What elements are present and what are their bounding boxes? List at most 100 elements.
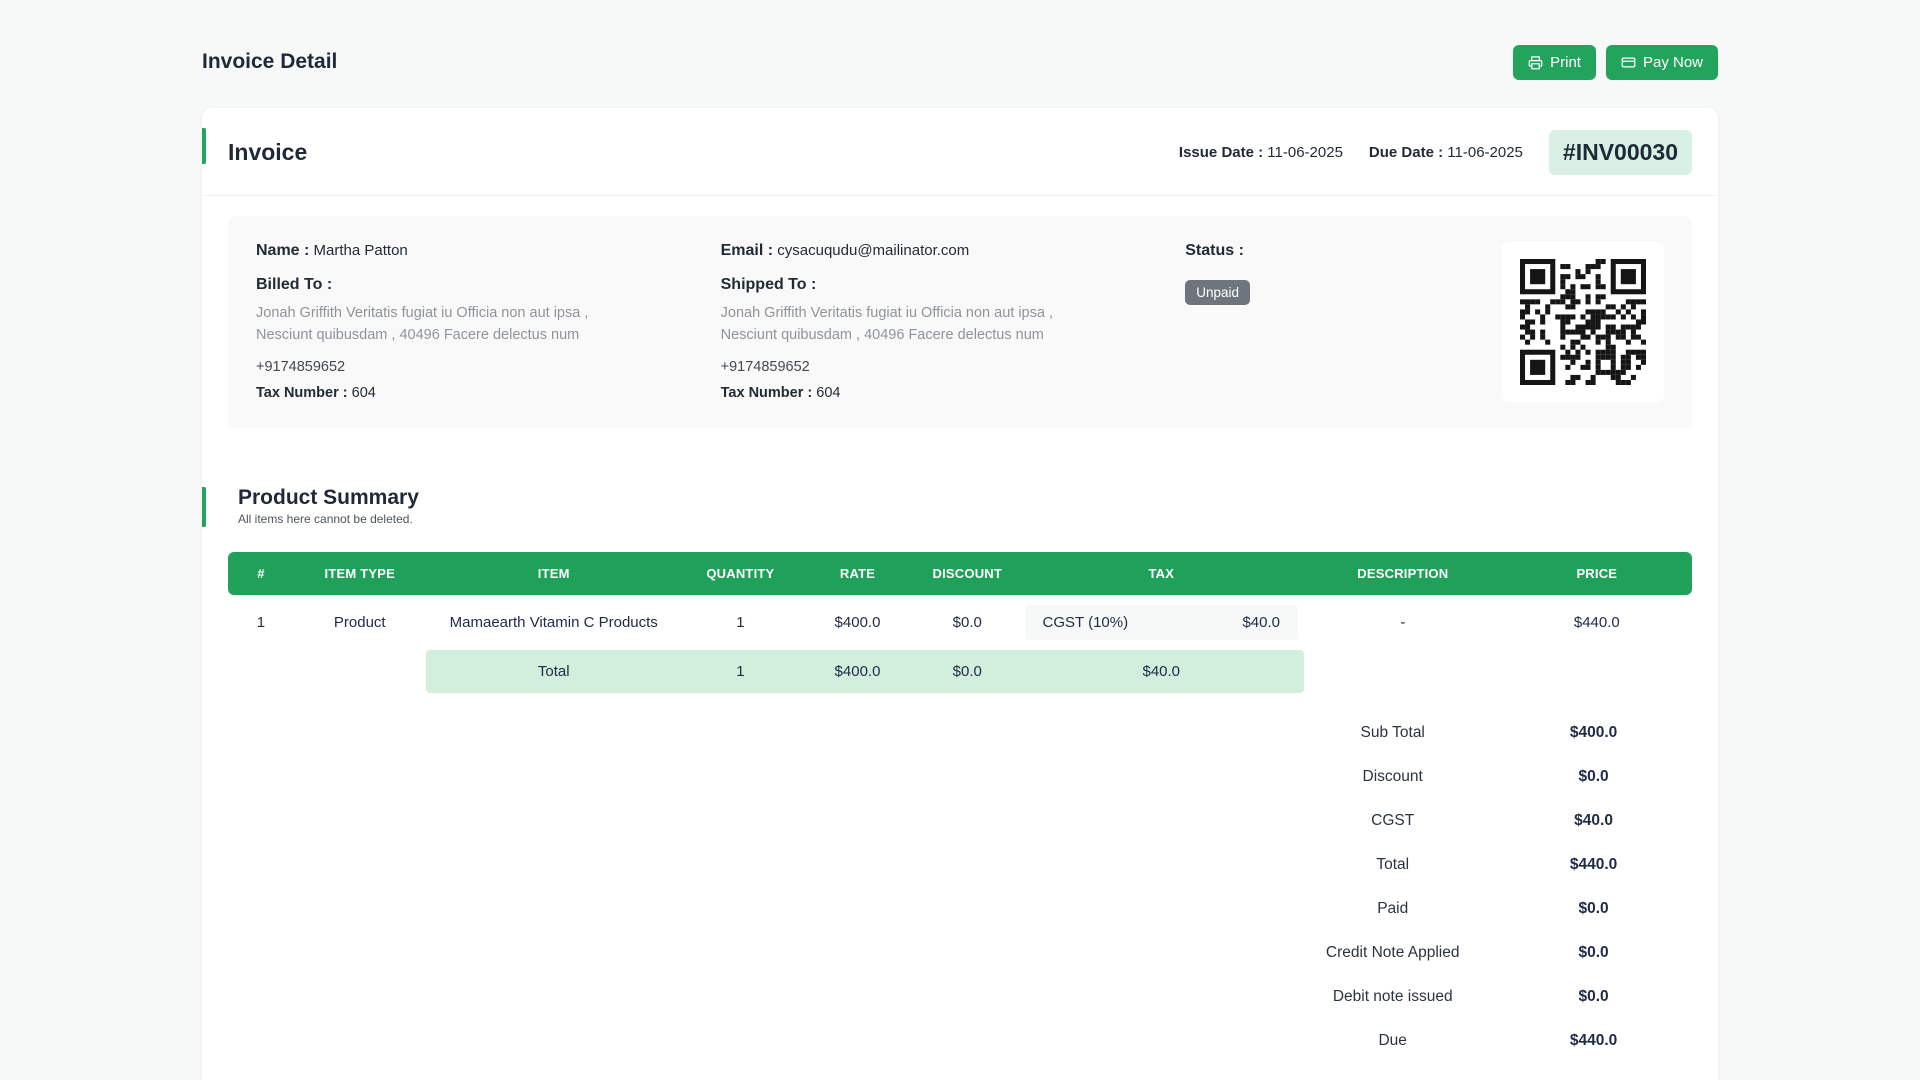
- totals-value: $40.0: [1495, 812, 1692, 830]
- top-bar: Invoice Detail Print Pay Now: [202, 40, 1718, 84]
- total-quantity: 1: [682, 650, 799, 693]
- table-total-row: Total 1 $400.0 $0.0 $40.0: [228, 650, 1692, 693]
- totals-row-total: Total $440.0: [1290, 843, 1692, 887]
- shipped-tax-value: 604: [816, 385, 840, 401]
- product-summary-header: Product Summary All items here cannot be…: [228, 486, 1692, 526]
- product-summary-title: Product Summary: [238, 486, 1692, 510]
- billed-to-address: Jonah Griffith Veritatis fugiat iu Offic…: [256, 302, 691, 347]
- product-table: # ITEM TYPE ITEM QUANTITY RATE DISCOUNT …: [228, 552, 1692, 693]
- table-header-row: # ITEM TYPE ITEM QUANTITY RATE DISCOUNT …: [228, 552, 1692, 595]
- billed-address-line1: Jonah Griffith Veritatis fugiat iu Offic…: [256, 302, 691, 324]
- cell-price: $440.0: [1502, 595, 1692, 650]
- total-tax: $40.0: [1019, 650, 1304, 693]
- shipped-tax-line: Tax Number : 604: [721, 385, 1156, 401]
- accent-bar: [202, 128, 206, 164]
- totals-row-discount: Discount $0.0: [1290, 755, 1692, 799]
- col-header-item: ITEM: [426, 552, 682, 595]
- cell-description: -: [1304, 595, 1502, 650]
- invoice-card: Invoice Issue Date : 11-06-2025 Due Date…: [202, 108, 1718, 1080]
- pay-now-button-label: Pay Now: [1643, 54, 1703, 71]
- cell-index: 1: [228, 595, 294, 650]
- due-date-label: Due Date :: [1369, 144, 1443, 161]
- totals-row-cgst: CGST $40.0: [1290, 799, 1692, 843]
- billed-tax-line: Tax Number : 604: [256, 385, 691, 401]
- totals-label: Discount: [1290, 768, 1495, 786]
- print-button[interactable]: Print: [1513, 45, 1596, 80]
- status-badge: Unpaid: [1185, 280, 1250, 305]
- totals-value: $400.0: [1495, 724, 1692, 742]
- totals-value: $440.0: [1495, 1032, 1692, 1050]
- cell-item: Mamaearth Vitamin C Products: [426, 595, 682, 650]
- shipped-address-line1: Jonah Griffith Veritatis fugiat iu Offic…: [721, 302, 1156, 324]
- cell-item-type: Product: [294, 595, 426, 650]
- billing-info-panel: Name : Martha Patton Billed To : Jonah G…: [228, 216, 1692, 428]
- shipped-to-label: Shipped To :: [721, 276, 1156, 294]
- invoice-card-title: Invoice: [228, 139, 307, 166]
- billed-address-line2: Nesciunt quibusdam , 40496 Facere delect…: [256, 324, 691, 346]
- cell-discount: $0.0: [916, 595, 1018, 650]
- issue-date-value: 11-06-2025: [1267, 144, 1343, 161]
- totals-row-credit-note: Credit Note Applied $0.0: [1290, 931, 1692, 975]
- totals-value: $0.0: [1495, 768, 1692, 786]
- shipped-phone: +9174859652: [721, 359, 1156, 375]
- page-title: Invoice Detail: [202, 50, 337, 74]
- totals-label: Credit Note Applied: [1290, 944, 1495, 962]
- customer-name-line: Name : Martha Patton: [256, 242, 691, 260]
- invoice-totals: Sub Total $400.0 Discount $0.0 CGST $40.…: [1290, 711, 1692, 1063]
- due-date: Due Date : 11-06-2025: [1369, 144, 1523, 161]
- shipped-to-address: Jonah Griffith Veritatis fugiat iu Offic…: [721, 302, 1156, 347]
- issue-date-label: Issue Date :: [1179, 144, 1263, 161]
- status-column: Status : Unpaid: [1185, 242, 1453, 402]
- billed-tax-value: 604: [352, 385, 376, 401]
- customer-name-value: Martha Patton: [314, 242, 408, 259]
- col-header-quantity: QUANTITY: [682, 552, 799, 595]
- totals-row-subtotal: Sub Total $400.0: [1290, 711, 1692, 755]
- shipped-tax-label: Tax Number :: [721, 385, 813, 401]
- totals-value: $0.0: [1495, 944, 1692, 962]
- toolbar-actions: Print Pay Now: [1513, 45, 1718, 80]
- issue-date: Issue Date : 11-06-2025: [1179, 144, 1343, 161]
- total-label: Total: [426, 650, 682, 693]
- billed-phone: +9174859652: [256, 359, 691, 375]
- product-summary-subtitle: All items here cannot be deleted.: [238, 512, 1692, 526]
- totals-label: Total: [1290, 856, 1495, 874]
- qr-code-card: [1502, 242, 1664, 402]
- invoice-header-meta: Issue Date : 11-06-2025 Due Date : 11-06…: [1179, 130, 1692, 175]
- col-header-description: DESCRIPTION: [1304, 552, 1502, 595]
- totals-value: $0.0: [1495, 988, 1692, 1006]
- invoice-card-header: Invoice Issue Date : 11-06-2025 Due Date…: [202, 108, 1718, 196]
- customer-email-value: cysacuqudu@mailinator.com: [777, 242, 969, 259]
- cell-tax: CGST (10%) $40.0: [1019, 595, 1304, 650]
- billed-tax-label: Tax Number :: [256, 385, 348, 401]
- tax-pill: CGST (10%) $40.0: [1025, 605, 1298, 640]
- printer-icon: [1528, 55, 1543, 70]
- tax-name: CGST (10%): [1043, 614, 1129, 631]
- col-header-discount: DISCOUNT: [916, 552, 1018, 595]
- qr-code-image: [1520, 259, 1646, 385]
- col-header-index: #: [228, 552, 294, 595]
- totals-row-due: Due $440.0: [1290, 1019, 1692, 1063]
- shipped-address-line2: Nesciunt quibusdam , 40496 Facere delect…: [721, 324, 1156, 346]
- col-header-rate: RATE: [799, 552, 916, 595]
- print-button-label: Print: [1550, 54, 1581, 71]
- billed-to-column: Name : Martha Patton Billed To : Jonah G…: [256, 242, 721, 402]
- totals-row-debit-note: Debit note issued $0.0: [1290, 975, 1692, 1019]
- credit-card-icon: [1621, 55, 1636, 70]
- col-header-tax: TAX: [1019, 552, 1304, 595]
- pay-now-button[interactable]: Pay Now: [1606, 45, 1718, 80]
- total-discount: $0.0: [916, 650, 1018, 693]
- invoice-detail-page: Invoice Detail Print Pay Now Invoice: [0, 0, 1920, 1080]
- totals-label: Paid: [1290, 900, 1495, 918]
- billed-to-label: Billed To :: [256, 276, 691, 294]
- customer-email-line: Email : cysacuqudu@mailinator.com: [721, 242, 1156, 260]
- col-header-price: PRICE: [1502, 552, 1692, 595]
- table-row: 1 Product Mamaearth Vitamin C Products 1…: [228, 595, 1692, 650]
- totals-value: $440.0: [1495, 856, 1692, 874]
- customer-email-label: Email :: [721, 242, 773, 259]
- totals-value: $0.0: [1495, 900, 1692, 918]
- status-label: Status :: [1185, 242, 1423, 260]
- cell-quantity: 1: [682, 595, 799, 650]
- totals-label: Sub Total: [1290, 724, 1495, 742]
- shipped-to-column: Email : cysacuqudu@mailinator.com Shippe…: [721, 242, 1186, 402]
- totals-label: Debit note issued: [1290, 988, 1495, 1006]
